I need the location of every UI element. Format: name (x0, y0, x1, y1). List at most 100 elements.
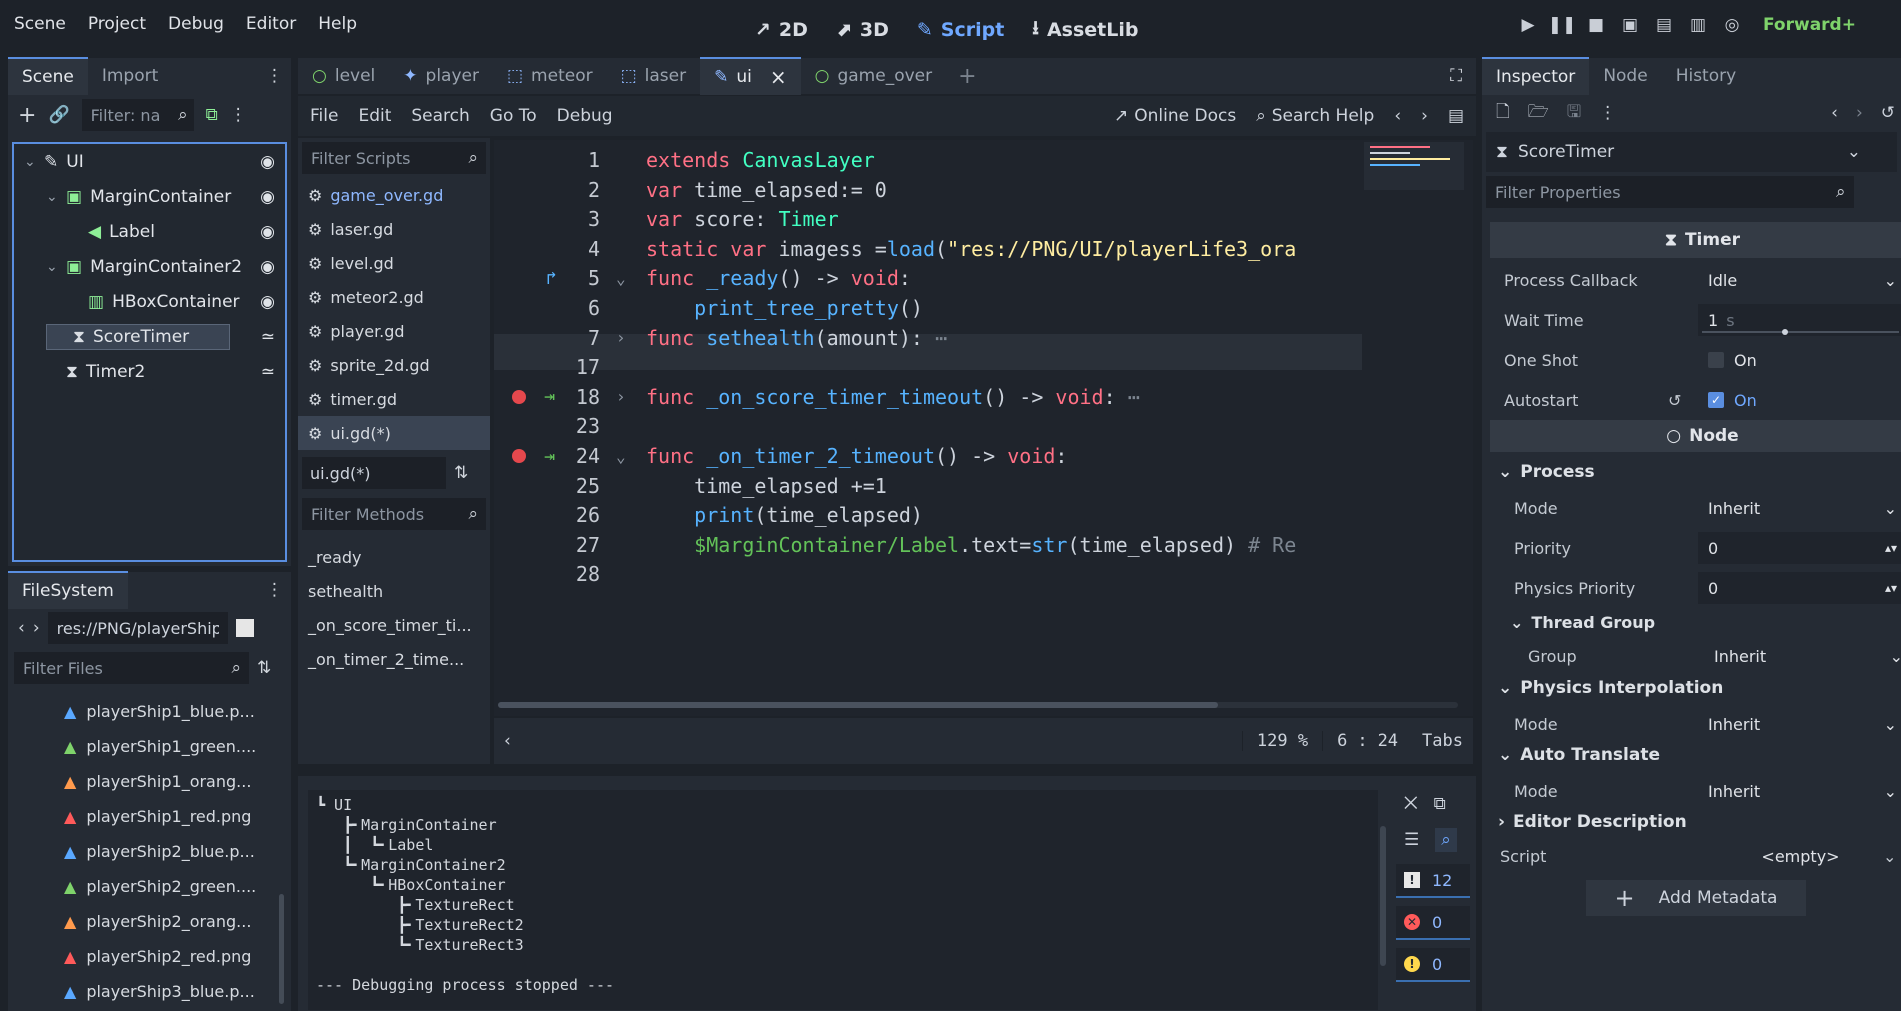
script-menu-item[interactable]: Go To (490, 106, 537, 126)
close-icon[interactable]: × (770, 65, 787, 89)
prev-script-icon[interactable]: ‹ (1394, 106, 1401, 126)
scene-filter-input[interactable] (81, 99, 194, 131)
scene-tree-node[interactable]: ⧗ Timer2 ≃ (14, 354, 285, 389)
signal-icon[interactable]: ≃ (261, 327, 275, 347)
file-scrollbar-thumb[interactable] (279, 894, 284, 1004)
scene-tree-node[interactable]: ◀ Label ◉ (14, 214, 285, 249)
chevron-down-icon[interactable]: ⌄ (46, 259, 58, 275)
online-docs-button[interactable]: ↗ Online Docs (1114, 106, 1236, 126)
warnings-filter[interactable]: ! 0 (1396, 948, 1470, 982)
spin-arrows-icon[interactable]: ▴▾ (1885, 581, 1897, 595)
pause-icon[interactable]: ❚❚ (1545, 15, 1579, 35)
add-metadata-button[interactable]: + Add Metadata (1586, 880, 1806, 916)
script-tab[interactable]: ✦ player (389, 58, 493, 94)
visibility-icon[interactable]: ◉ (260, 292, 275, 312)
file-item[interactable]: ▲ playerShip1_red.png (8, 799, 278, 834)
filter-icon[interactable]: ⌕ (1435, 828, 1457, 852)
sort-icon[interactable]: ⇅ (454, 463, 468, 483)
script-list-item[interactable]: ⚙ laser.gd (298, 212, 490, 246)
script-list-item[interactable]: ⚙ ui.gd(*) (298, 416, 490, 450)
play-icon[interactable]: ▶ (1511, 15, 1545, 35)
toggle-panel-icon[interactable]: ‹ (504, 731, 511, 751)
inspector-menu-icon[interactable]: ⋮ (1599, 103, 1616, 123)
group-process[interactable]: ⌄ Process (1490, 454, 1901, 490)
file-item[interactable]: ▲ playerShip2_red.png (8, 939, 278, 974)
revert-icon[interactable]: ↺ (1668, 391, 1681, 410)
file-scrollbar[interactable] (278, 694, 286, 1011)
script-tab[interactable]: ○ game_over (801, 58, 946, 94)
autostart-checkbox[interactable]: ✓ On (1698, 384, 1901, 416)
file-item[interactable]: ▲ playerShip1_orang... (8, 764, 278, 799)
forward-icon[interactable]: › (33, 618, 40, 638)
method-list-item[interactable]: _on_score_timer_ti... (298, 608, 490, 642)
physics-priority-spinbox[interactable]: 0 ▴▾ (1698, 572, 1901, 604)
file-item[interactable]: ▲ playerShip2_blue.p... (8, 834, 278, 869)
instance-scene-icon[interactable]: ⧉ (206, 105, 218, 125)
history-back-icon[interactable]: ‹ (1831, 103, 1838, 123)
spin-arrows-icon[interactable]: ▴▾ (1885, 541, 1897, 555)
thread-group-select[interactable]: Inherit ⌄ (1704, 640, 1901, 672)
method-filter-input[interactable] (302, 498, 486, 530)
fold-closed-icon[interactable]: › (616, 328, 626, 347)
script-menu-item[interactable]: Debug (557, 106, 613, 126)
wait-time-slider-grabber[interactable] (1782, 329, 1788, 335)
load-resource-icon[interactable]: 🗁 (1528, 99, 1549, 128)
file-filter-input[interactable] (14, 652, 249, 684)
code-hscrollbar-thumb[interactable] (498, 702, 1218, 708)
tab-node[interactable]: Node (1589, 58, 1661, 94)
file-item[interactable]: ▲ playerShip2_green.... (8, 869, 278, 904)
script-menu-item[interactable]: Edit (358, 106, 391, 126)
signal-icon[interactable]: ≃ (261, 362, 275, 382)
auto-translate-select[interactable]: Inherit ⌄ (1698, 775, 1901, 807)
script-list-item[interactable]: ⚙ meteor2.gd (298, 280, 490, 314)
scene-menu-icon[interactable]: ⋮ (230, 105, 247, 125)
visibility-icon[interactable]: ◉ (260, 257, 275, 277)
indent-mode[interactable]: Tabs (1412, 731, 1473, 751)
breakpoint-icon[interactable] (512, 389, 526, 404)
breakpoint-icon[interactable] (512, 449, 526, 463)
fold-closed-icon[interactable]: › (616, 387, 626, 406)
tab-scene[interactable]: Scene (8, 57, 88, 95)
script-menu-item[interactable]: Search (411, 106, 469, 126)
script-resource-picker[interactable]: <empty> (1698, 840, 1901, 872)
file-item[interactable]: ▲ playerShip1_blue.p... (8, 694, 278, 729)
workspace-script[interactable]: ✎ Script (917, 19, 1004, 41)
object-selector[interactable]: ⧗ ScoreTimer ⌄ (1486, 132, 1897, 172)
collapse-icon[interactable]: ☰ (1404, 830, 1419, 850)
script-list-item[interactable]: ⚙ sprite_2d.gd (298, 348, 490, 382)
movie-maker-icon[interactable]: ◎ (1715, 15, 1749, 35)
script-tab[interactable]: ○ level (298, 58, 389, 94)
toggle-scripts-panel-icon[interactable]: ▤ (1448, 106, 1464, 126)
script-tab[interactable]: ✎ ui × (700, 57, 801, 95)
errors-filter[interactable]: ✕ 0 (1396, 906, 1470, 940)
code-editor[interactable]: 1 extends CanvasLayer 2 var time_elapsed:= … (494, 140, 1473, 716)
stop-icon[interactable]: ■ (1579, 15, 1613, 35)
code-line[interactable]: 28 (494, 556, 1364, 592)
path-input[interactable] (47, 612, 228, 644)
minimap[interactable] (1364, 142, 1464, 190)
priority-spinbox[interactable]: 0 ▴▾ (1698, 532, 1901, 564)
play-custom-scene-icon[interactable]: ▥ (1681, 15, 1715, 35)
wait-time-input[interactable]: 1s (1698, 304, 1901, 336)
sort-icon[interactable]: ⇅ (257, 658, 271, 678)
new-tab-icon[interactable]: + (958, 64, 976, 89)
chevron-down-icon[interactable]: ⌄ (24, 154, 36, 170)
group-auto-translate[interactable]: ⌄ Auto Translate (1490, 737, 1901, 773)
tab-import[interactable]: Import (88, 58, 172, 94)
group-thread-group[interactable]: ⌄ Thread Group (1490, 604, 1901, 640)
add-node-icon[interactable]: + (18, 103, 36, 128)
script-list-item[interactable]: ⚙ level.gd (298, 246, 490, 280)
section-timer[interactable]: ⧗ Timer (1490, 222, 1901, 258)
distraction-free-icon[interactable]: ⛶ (1450, 66, 1462, 86)
menu-scene[interactable]: Scene (14, 14, 66, 34)
workspace-2d[interactable]: ↗ 2D (755, 19, 808, 41)
scene-tree-node[interactable]: ⌄ ▣ MarginContainer ◉ (14, 179, 285, 214)
save-resource-icon[interactable]: 🖫 (1567, 99, 1581, 128)
scene-tree-node[interactable]: ▥ HBoxContainer ◉ (14, 284, 285, 319)
visibility-icon[interactable]: ◉ (260, 152, 275, 172)
remote-debug-icon[interactable]: ▣ (1613, 15, 1647, 35)
object-history-icon[interactable]: ↺ (1881, 103, 1895, 123)
wait-time-slider[interactable] (1702, 331, 1899, 333)
tab-filesystem[interactable]: FileSystem (8, 571, 128, 609)
split-view-icon[interactable] (235, 619, 254, 637)
